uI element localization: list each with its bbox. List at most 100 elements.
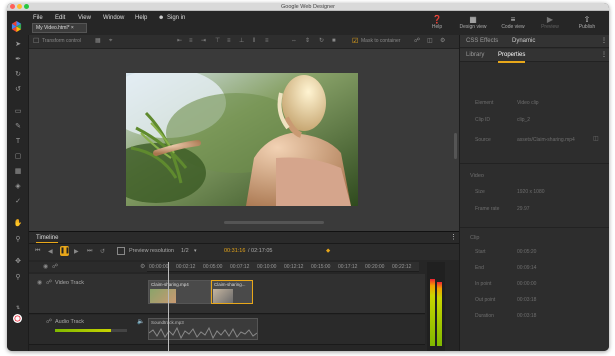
- video-track-lock-icon[interactable]: ☍: [46, 279, 52, 286]
- tab-library[interactable]: Library: [466, 51, 484, 60]
- audio-volume-slider[interactable]: [55, 329, 127, 332]
- 3d-tool-icon[interactable]: ↺: [13, 85, 23, 95]
- stage-vertical-scrollbar[interactable]: [454, 133, 457, 159]
- tab-css-effects[interactable]: CSS Effects: [466, 37, 498, 46]
- folder-icon[interactable]: ◫: [427, 37, 433, 46]
- design-stage[interactable]: [29, 49, 459, 231]
- distribute-h-icon[interactable]: ‖: [253, 37, 255, 46]
- panel-menu-icon[interactable]: ⋮: [601, 37, 607, 46]
- prop-value-end[interactable]: 00:09:14: [517, 265, 536, 272]
- pen-tool-icon[interactable]: ✒: [13, 55, 23, 65]
- visibility-all-icon[interactable]: ◉: [43, 263, 48, 270]
- preview-resolution-checkbox[interactable]: [117, 247, 125, 255]
- code-view-button[interactable]: ≡ Code view: [498, 15, 528, 30]
- menu-help[interactable]: Help: [135, 14, 147, 22]
- step-back-icon[interactable]: ◀: [48, 248, 53, 255]
- flip-h-icon[interactable]: ⇔: [291, 37, 297, 46]
- ruler-tick: 00:10:00: [257, 264, 277, 270]
- settings-icon[interactable]: ⚙: [440, 37, 445, 46]
- video-clip-1[interactable]: Claim-sharing.mp4: [148, 280, 211, 304]
- video-clip-2[interactable]: Claim-sharing...: [211, 280, 253, 304]
- help-button[interactable]: ❓ Help: [422, 15, 452, 30]
- go-to-end-icon[interactable]: ⏭: [87, 248, 92, 255]
- prop-value-in-point[interactable]: 00:00:00: [517, 281, 536, 288]
- prop-value-element[interactable]: Video clip: [517, 100, 539, 107]
- audio-meters: [427, 262, 445, 351]
- current-time[interactable]: 00:31:16: [224, 248, 245, 254]
- eyedropper-tool-icon[interactable]: ✓: [13, 197, 23, 207]
- timeline-menu-icon[interactable]: ⋮: [450, 233, 457, 241]
- align-right-icon[interactable]: ⇥: [201, 37, 206, 46]
- properties-menu-icon[interactable]: ⋮: [601, 51, 607, 60]
- play-icon[interactable]: ▶: [74, 248, 79, 255]
- publish-button[interactable]: ⇧ Publish: [572, 15, 602, 30]
- keyframe-icon[interactable]: ◆: [326, 248, 330, 254]
- rotate-icon[interactable]: ↻: [319, 37, 324, 46]
- user-icon[interactable]: ☻: [158, 14, 164, 22]
- video-clip-2-name: Claim-sharing...: [214, 282, 246, 287]
- tab-dynamic[interactable]: Dynamic: [512, 37, 535, 46]
- menu-bar: File Edit View Window Help ☻ Sign in ❓ H…: [7, 11, 609, 35]
- fill-tool-icon[interactable]: ◈: [13, 182, 23, 192]
- hand-tool-icon[interactable]: ✋: [13, 219, 23, 229]
- align-middle-icon[interactable]: ≡: [227, 37, 231, 46]
- size-icon[interactable]: ■: [332, 37, 336, 46]
- lock-icon[interactable]: ☍: [414, 37, 420, 46]
- tag-tool-icon[interactable]: ▭: [13, 107, 23, 117]
- tab-properties[interactable]: Properties: [498, 51, 526, 63]
- menu-edit[interactable]: Edit: [55, 14, 65, 22]
- design-view-button[interactable]: ▦ Design view: [458, 15, 488, 30]
- document-tab[interactable]: My Video.html* ×: [32, 23, 87, 33]
- snap-icon[interactable]: ⌖: [109, 37, 112, 46]
- audio-volume-fill: [55, 329, 111, 332]
- zoom-in-tool-icon[interactable]: ⚲: [13, 273, 23, 283]
- prop-value-size[interactable]: 1920 x 1080: [517, 189, 545, 196]
- stage-horizontal-scrollbar[interactable]: [224, 221, 324, 224]
- preview-button[interactable]: ▶ Preview: [535, 15, 565, 30]
- selection-tool-icon[interactable]: ➤: [13, 40, 23, 50]
- align-center-icon[interactable]: ≡: [189, 37, 193, 46]
- timeline-title[interactable]: Timeline: [36, 234, 59, 243]
- swap-colors-icon[interactable]: ⇅: [13, 303, 23, 313]
- prop-value-source[interactable]: assets/Claim-sharing.mp4: [517, 137, 575, 144]
- image-tool-icon[interactable]: ▦: [13, 167, 23, 177]
- color-swatch-icon[interactable]: [13, 314, 22, 323]
- align-bottom-icon[interactable]: ⊥: [239, 37, 244, 46]
- pause-button[interactable]: ❚❚: [60, 246, 70, 256]
- align-left-icon[interactable]: ⇤: [177, 37, 182, 46]
- loop-icon[interactable]: ↺: [100, 248, 105, 255]
- preview-resolution-select[interactable]: 1/2: [181, 248, 189, 254]
- rotate-tool-icon[interactable]: ↻: [13, 70, 23, 80]
- pan-tool-icon[interactable]: ✥: [13, 257, 23, 267]
- menu-file[interactable]: File: [33, 14, 43, 22]
- prop-value-start[interactable]: 00:05:20: [517, 249, 536, 256]
- go-to-start-icon[interactable]: ⏮: [35, 248, 40, 255]
- prop-value-out-point[interactable]: 00:03:18: [517, 297, 536, 304]
- timeline-settings-icon[interactable]: ⚙: [140, 263, 145, 270]
- video-track-visibility-icon[interactable]: ◉: [37, 279, 42, 286]
- playhead[interactable]: [168, 262, 169, 351]
- grid-icon[interactable]: ▦: [95, 37, 101, 46]
- lock-all-icon[interactable]: ☍: [52, 263, 58, 270]
- time-ruler[interactable]: 00:00:00 00:02:12 00:05:00 00:07:12 00:1…: [147, 262, 419, 272]
- prop-value-duration[interactable]: 00:03:18: [517, 313, 536, 320]
- shape-tool-icon[interactable]: ▢: [13, 152, 23, 162]
- zoom-tool-icon[interactable]: ⚲: [13, 235, 23, 245]
- draw-tool-icon[interactable]: ✎: [13, 122, 23, 132]
- menu-view[interactable]: View: [78, 14, 91, 22]
- menu-window[interactable]: Window: [103, 14, 124, 22]
- source-browse-icon[interactable]: ◫: [593, 136, 599, 143]
- prop-value-clip-id[interactable]: clip_2: [517, 117, 530, 124]
- text-tool-icon[interactable]: T: [13, 137, 23, 147]
- audio-clip[interactable]: Soundtrack.mp3: [148, 318, 258, 340]
- flip-v-icon[interactable]: ⇕: [305, 37, 310, 46]
- mask-checkbox[interactable]: ☑: [352, 37, 358, 46]
- distribute-v-icon[interactable]: ≡: [265, 37, 269, 46]
- transform-checkbox[interactable]: ☐: [33, 37, 39, 46]
- sign-in-link[interactable]: Sign in: [167, 14, 185, 22]
- speaker-icon[interactable]: 🔈: [137, 318, 144, 325]
- prop-value-frame-rate[interactable]: 29.97: [517, 206, 530, 213]
- align-top-icon[interactable]: ⊤: [215, 37, 220, 46]
- resolution-dropdown-icon[interactable]: ▾: [194, 248, 197, 254]
- audio-track-lock-icon[interactable]: ☍: [46, 318, 52, 325]
